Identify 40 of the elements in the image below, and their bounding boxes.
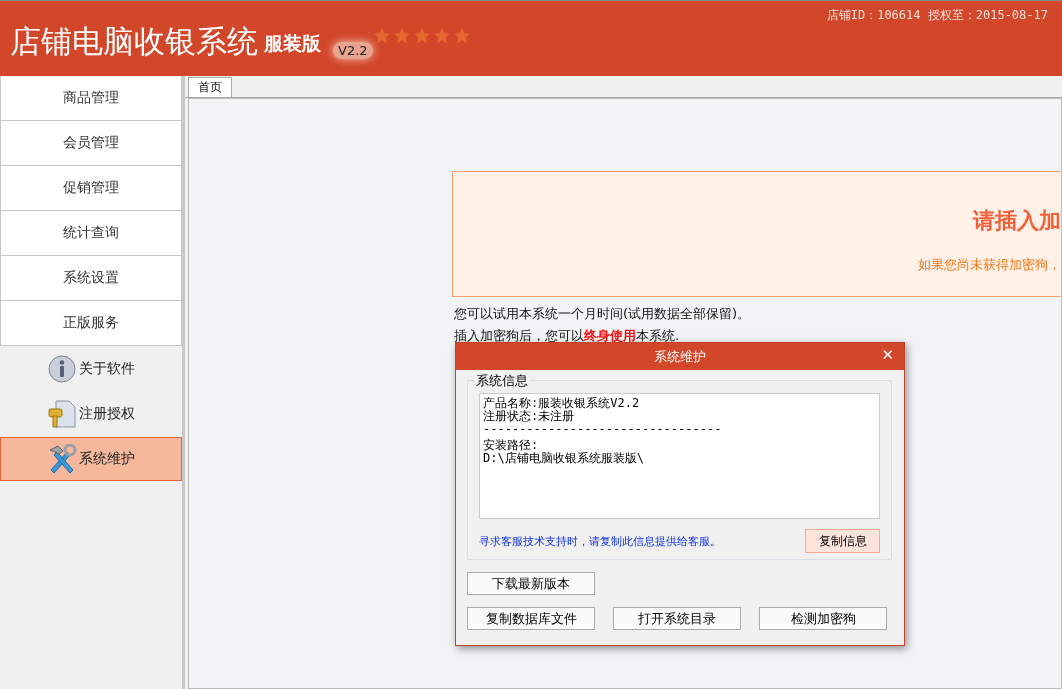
copy-info-button[interactable]: 复制信息 xyxy=(805,529,880,553)
info-line: 安装路径: xyxy=(483,439,540,452)
menu-item[interactable]: 系统设置 xyxy=(0,256,182,301)
star-icon xyxy=(412,27,431,45)
close-button[interactable]: ✕ xyxy=(879,346,896,364)
info-line: D:\店铺电脑收银系统服装版\ xyxy=(483,452,645,465)
store-info: 店铺ID：106614 授权至：2015-08-17 xyxy=(826,7,1049,24)
menu-item[interactable]: 促销管理 xyxy=(0,166,182,211)
tools-icon xyxy=(47,444,77,474)
star-icon xyxy=(392,27,411,45)
menu-item[interactable]: 会员管理 xyxy=(0,121,182,166)
info-icon xyxy=(47,354,77,384)
app-title: 店铺电脑收银系统 xyxy=(10,22,258,61)
dialog-button[interactable]: 复制数据库文件 xyxy=(467,607,595,630)
tool-item[interactable]: 系统维护 xyxy=(0,437,182,481)
dialog-button[interactable]: 下载最新版本 xyxy=(467,572,595,595)
notice-title: 请插入加 xyxy=(973,207,1061,235)
menu-item[interactable]: 正版服务 xyxy=(0,301,182,346)
tab[interactable]: 首页 xyxy=(188,77,232,97)
star-icon xyxy=(372,27,391,45)
notice-text: 如果您尚未获得加密狗， xyxy=(918,256,1061,274)
star-icon xyxy=(452,27,471,45)
group-label: 系统信息 xyxy=(474,372,530,390)
info-line: 产品名称:服装收银系统V2.2 xyxy=(483,397,641,410)
info-line: 注册状态:未注册 xyxy=(483,410,575,423)
menu-item[interactable]: 统计查询 xyxy=(0,211,182,256)
key-document-icon xyxy=(47,399,77,429)
info-line: --------------------------------- xyxy=(483,423,723,436)
support-hint: 寻求客服技术支持时，请复制此信息提供给客服。 xyxy=(479,533,721,549)
star-icon xyxy=(432,27,451,45)
trial-text: 插入加密狗后，您可以终身使用本系统. xyxy=(454,327,681,345)
dialog-button[interactable]: 检测加密狗 xyxy=(759,607,887,630)
tool-item[interactable]: 关于软件 xyxy=(0,347,182,391)
menu-item[interactable]: 商品管理 xyxy=(0,76,182,121)
version-label: V2.2 xyxy=(333,42,373,59)
tool-item[interactable]: 注册授权 xyxy=(0,392,182,436)
dialog-button[interactable]: 打开系统目录 xyxy=(613,607,741,630)
edition-label: 服装版 xyxy=(264,31,321,56)
trial-text: 您可以试用本系统一个月时间(试用数据全部保留)。 xyxy=(454,305,752,323)
dialog-title: 系统维护 xyxy=(654,347,706,366)
